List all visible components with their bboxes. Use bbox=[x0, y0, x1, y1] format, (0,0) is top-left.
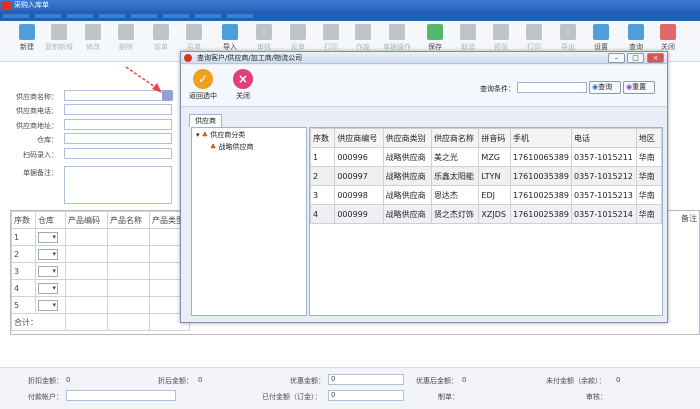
table-cell: 华南 bbox=[635, 204, 662, 224]
query-condition-input[interactable] bbox=[517, 82, 587, 93]
column-header[interactable]: 供应商编号 bbox=[334, 128, 384, 148]
search-button[interactable]: ◉查询 bbox=[589, 81, 621, 94]
menu-placeholder[interactable] bbox=[163, 14, 189, 18]
column-header[interactable]: 序数 bbox=[310, 128, 336, 148]
query-condition-label: 查询条件： bbox=[480, 85, 515, 93]
table-cell: 乐鑫太阳能 bbox=[430, 166, 480, 186]
search-button-label: 查询 bbox=[598, 83, 613, 91]
table-cell: 战略供应商 bbox=[382, 147, 432, 167]
tree-root-node[interactable]: ▾ ♣ 供应商分类 bbox=[192, 128, 306, 142]
table-cell: MZG bbox=[478, 147, 511, 167]
supplier-table: 序数 供应商编号 供应商类别 供应商名称 拼音码 手机 电话 地区 1 000996 战略供应商美… bbox=[309, 127, 663, 316]
close-window-button[interactable]: × bbox=[647, 53, 664, 63]
table-cell: 17610025389 bbox=[510, 185, 572, 205]
table-header-row: 序数 供应商编号 供应商类别 供应商名称 拼音码 手机 电话 地区 bbox=[310, 128, 662, 148]
tab-supplier[interactable]: 供应商 bbox=[189, 114, 222, 127]
table-cell: 4 bbox=[310, 204, 336, 224]
table-cell: 华南 bbox=[635, 166, 662, 186]
column-header[interactable]: 手机 bbox=[510, 128, 572, 148]
tree-child-label: 战略供应商 bbox=[218, 143, 254, 151]
table-cell: 0357-1015211 bbox=[571, 147, 637, 167]
table-cell: 华南 bbox=[635, 147, 662, 167]
reset-button-label: 重置 bbox=[632, 83, 647, 91]
table-row[interactable]: 1 000996 战略供应商 美之光 MZG 17610065389 0357-101521… bbox=[310, 147, 662, 167]
column-header[interactable]: 电话 bbox=[571, 128, 637, 148]
dialog-tabs: 供应商 bbox=[189, 114, 222, 127]
menu-placeholder[interactable] bbox=[227, 14, 253, 18]
category-icon: ♣ bbox=[210, 143, 217, 151]
table-cell: 000997 bbox=[334, 166, 384, 186]
table-cell: 恩达杰 bbox=[430, 185, 480, 205]
category-tree: ▾ ♣ 供应商分类 ♣ 战略供应商 bbox=[191, 127, 307, 316]
menu-placeholder[interactable] bbox=[195, 14, 221, 18]
menu-placeholder[interactable] bbox=[35, 14, 61, 18]
table-cell: 17610025389 bbox=[510, 204, 572, 224]
dialog-close-label: 关闭 bbox=[236, 92, 250, 100]
table-cell: 战略供应商 bbox=[382, 204, 432, 224]
table-cell: LTYN bbox=[478, 166, 511, 186]
table-cell: 战略供应商 bbox=[382, 166, 432, 186]
table-cell: 0357-1015212 bbox=[571, 166, 637, 186]
select-return-button[interactable]: ✓ 返回选中 bbox=[185, 65, 221, 101]
table-row[interactable]: 3 000998 战略供应商 恩达杰 EDJ 17610025389 0357-101521… bbox=[310, 185, 662, 205]
dialog-app-icon bbox=[184, 54, 192, 62]
table-cell: 17610065389 bbox=[510, 147, 572, 167]
column-header[interactable]: 供应商类别 bbox=[382, 128, 432, 148]
dialog-toolbar: ✓ 返回选中 × 关闭 查询条件： ◉查询 ◉重置 bbox=[181, 65, 667, 107]
table-cell: 战略供应商 bbox=[382, 185, 432, 205]
dialog-close-button[interactable]: × 关闭 bbox=[225, 65, 261, 101]
table-cell: 000996 bbox=[334, 147, 384, 167]
table-cell: 3 bbox=[310, 185, 336, 205]
table-cell: XZJDS bbox=[478, 204, 511, 224]
folder-icon: ♣ bbox=[201, 131, 209, 139]
table-row[interactable]: 4 000999 战略供应商 贤之杰灯饰 XZJDS 17610025389 0357-10… bbox=[310, 204, 662, 224]
column-header[interactable]: 供应商名称 bbox=[430, 128, 480, 148]
app-titlebar: 采购入库单 bbox=[0, 0, 700, 11]
tree-child-node[interactable]: ♣ 战略供应商 bbox=[192, 142, 306, 152]
table-cell: 2 bbox=[310, 166, 336, 186]
supplier-query-dialog: 查询客户/供应商/加工商/物流公司 – □ × ✓ 返回选中 × 关闭 查询条件… bbox=[180, 51, 668, 323]
table-cell: EDJ bbox=[478, 185, 511, 205]
close-icon: × bbox=[233, 69, 253, 89]
table-cell: 贤之杰灯饰 bbox=[430, 204, 480, 224]
menu-placeholder[interactable] bbox=[99, 14, 125, 18]
expand-icon[interactable]: ▾ bbox=[196, 131, 200, 139]
menu-placeholder[interactable] bbox=[131, 14, 157, 18]
tree-root-label: 供应商分类 bbox=[210, 131, 246, 139]
menu-placeholder[interactable] bbox=[67, 14, 93, 18]
table-cell: 000998 bbox=[334, 185, 384, 205]
minimize-button[interactable]: – bbox=[608, 53, 625, 63]
menu-bar bbox=[0, 11, 700, 21]
table-cell: 华南 bbox=[635, 185, 662, 205]
table-cell: 0357-1015214 bbox=[571, 204, 637, 224]
check-icon: ✓ bbox=[193, 69, 213, 89]
dialog-title: 查询客户/供应商/加工商/物流公司 bbox=[197, 54, 303, 62]
menu-placeholder[interactable] bbox=[3, 14, 29, 18]
maximize-button[interactable]: □ bbox=[627, 53, 644, 63]
column-header[interactable]: 拼音码 bbox=[478, 128, 511, 148]
table-cell: 0357-1015213 bbox=[571, 185, 637, 205]
table-cell: 1 bbox=[310, 147, 336, 167]
select-return-label: 返回选中 bbox=[189, 92, 217, 100]
table-cell: 17610035389 bbox=[510, 166, 572, 186]
window-title: 采购入库单 bbox=[14, 1, 49, 9]
app-icon bbox=[2, 1, 11, 10]
table-cell: 000999 bbox=[334, 204, 384, 224]
dialog-titlebar: 查询客户/供应商/加工商/物流公司 – □ × bbox=[181, 52, 667, 64]
table-cell: 美之光 bbox=[430, 147, 480, 167]
reset-button[interactable]: ◉重置 bbox=[623, 81, 655, 94]
column-header[interactable]: 地区 bbox=[635, 128, 662, 148]
table-row[interactable]: 2 000997 战略供应商 乐鑫太阳能 LTYN 17610035389 0357-101… bbox=[310, 166, 662, 186]
